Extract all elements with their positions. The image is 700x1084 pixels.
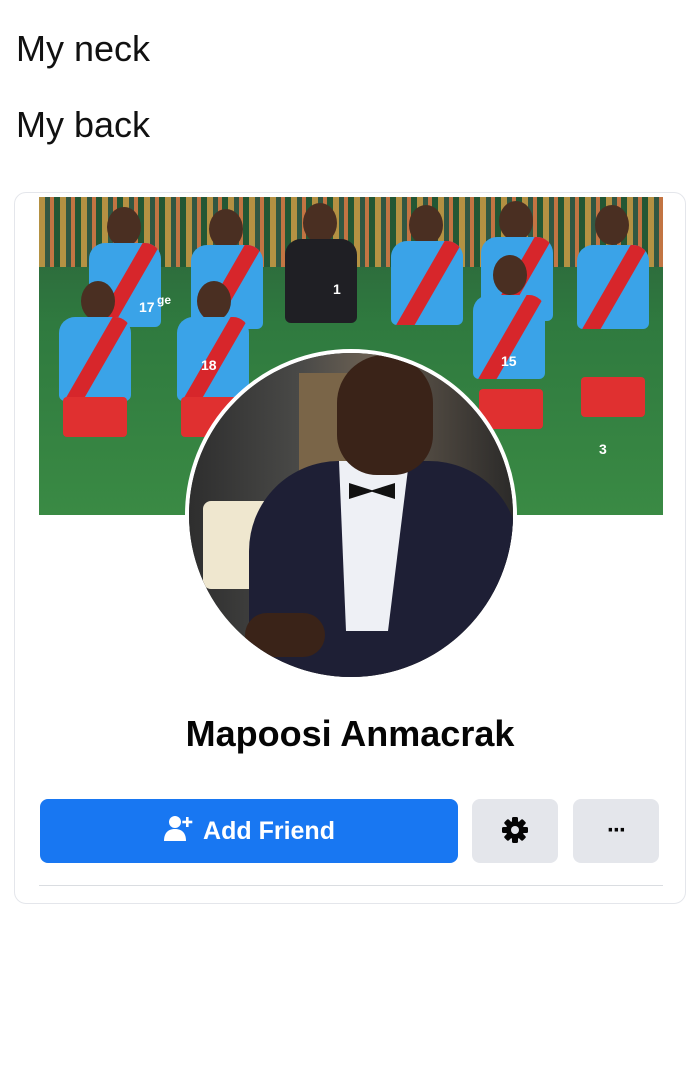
jersey-number: 1 — [333, 281, 341, 297]
more-options-button[interactable]: ··· — [573, 799, 659, 863]
person-add-icon — [163, 814, 193, 849]
jersey-number: 3 — [599, 441, 607, 457]
more-dots-icon: ··· — [607, 817, 627, 844]
settings-button[interactable] — [472, 799, 558, 863]
profile-picture[interactable] — [185, 349, 517, 681]
add-friend-label: Add Friend — [203, 816, 335, 845]
profile-name: Mapoosi Anmacrak — [185, 713, 515, 754]
gear-icon — [501, 816, 529, 847]
divider — [39, 885, 663, 886]
meme-caption-back: My back — [16, 104, 151, 145]
cover-text: ge — [157, 293, 172, 307]
meme-caption-neck: My neck — [16, 28, 151, 69]
add-friend-button[interactable]: Add Friend — [40, 799, 458, 863]
profile-card: 17 1 3 ge Mapoosi Anmacrak Add Friend ··… — [14, 192, 686, 904]
jersey-number: 17 — [139, 299, 155, 315]
